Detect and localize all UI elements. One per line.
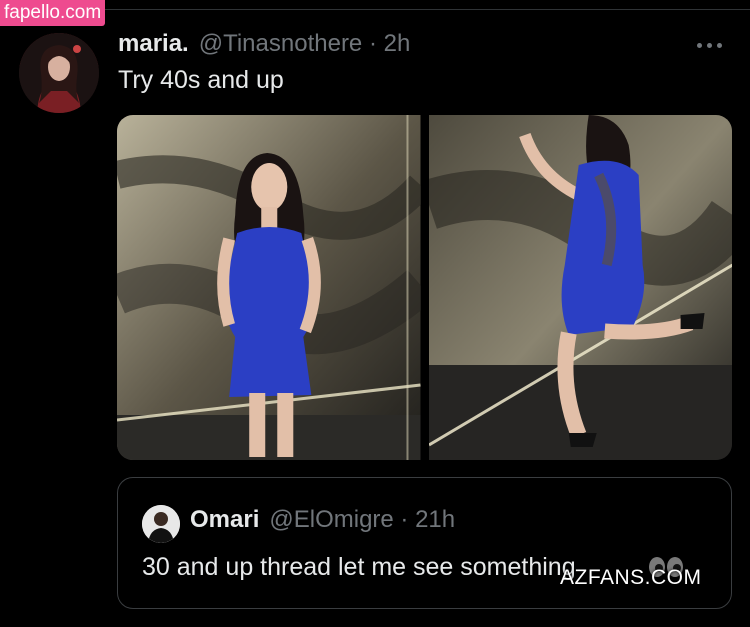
quote-avatar[interactable] <box>142 505 180 543</box>
quote-text: 30 and up thread let me see something <box>142 553 576 581</box>
watermark-top: fapello.com <box>0 0 106 26</box>
top-divider <box>0 9 750 10</box>
tweet-text: Try 40s and up <box>118 66 284 94</box>
watermark-bottom: AZFANS.COM <box>560 566 702 589</box>
author-display-name[interactable]: maria. <box>118 30 189 58</box>
quote-display-name[interactable]: Omari <box>190 506 259 534</box>
author-handle-time[interactable]: @Tinasnothere · 2h <box>199 30 411 58</box>
tweet-media <box>117 115 732 460</box>
quote-handle-time[interactable]: @ElOmigre · 21h <box>269 506 455 534</box>
media-photo-2[interactable] <box>428 115 732 460</box>
tweet-header: maria. @Tinasnothere · 2h <box>118 30 410 62</box>
media-photo-1[interactable] <box>117 115 421 460</box>
author-avatar[interactable] <box>19 33 99 113</box>
more-icon[interactable] <box>697 38 731 52</box>
quote-header: Omari @ElOmigre · 21h <box>190 506 455 534</box>
